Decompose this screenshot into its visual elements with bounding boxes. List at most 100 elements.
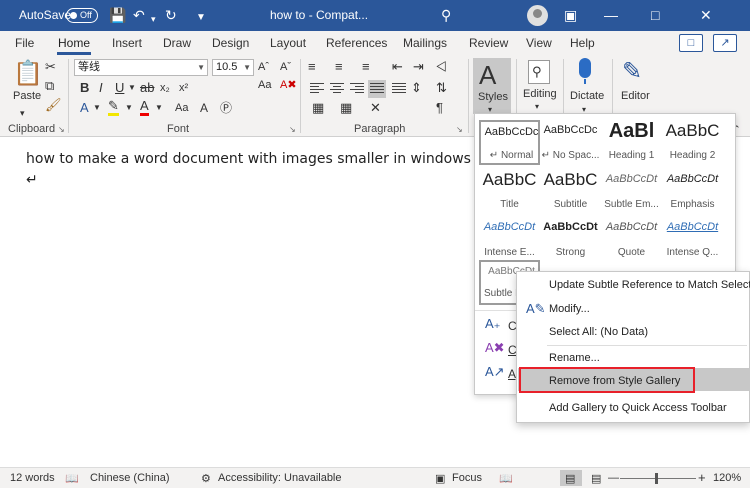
menu-item-rename[interactable]: Rename... <box>549 352 600 364</box>
zoom-out-icon[interactable]: — <box>608 472 619 484</box>
tab-help[interactable]: Help <box>570 36 595 50</box>
microphone-icon[interactable] <box>579 58 591 78</box>
comments-icon[interactable]: □ <box>679 34 703 52</box>
font-color-dropdown-icon[interactable]: ▼ <box>155 100 163 116</box>
format-painter-icon[interactable]: 🖌 <box>45 97 62 113</box>
document-line[interactable]: ↵ <box>26 172 38 188</box>
undo-icon[interactable]: ↶ <box>133 7 145 23</box>
undo-dropdown-icon[interactable]: ▾ <box>151 11 156 27</box>
tab-draw[interactable]: Draw <box>163 36 191 50</box>
clipboard-launcher-icon[interactable]: ↘ <box>58 122 65 138</box>
justify-icon[interactable] <box>368 80 386 98</box>
shrink-font-icon[interactable]: Aˇ <box>280 59 291 75</box>
tab-file[interactable]: File <box>15 36 34 50</box>
tab-design[interactable]: Design <box>212 36 249 50</box>
font-launcher-icon[interactable]: ↘ <box>289 122 296 138</box>
ribbon-display-icon[interactable]: ▣ <box>564 7 577 23</box>
text-effects-dropdown-icon[interactable]: ▼ <box>93 100 101 116</box>
underline-dropdown-icon[interactable]: ▼ <box>128 80 136 96</box>
asian-typography-icon[interactable]: ✕ <box>370 100 381 116</box>
style-strong[interactable]: AaBbCcDt Strong <box>540 217 601 262</box>
align-right-icon[interactable] <box>350 83 364 95</box>
align-left-icon[interactable] <box>310 83 324 95</box>
line-spacing-icon[interactable]: ⇕ <box>411 80 422 96</box>
style-no-spacing[interactable]: AaBbCcDc ↵ No Spac... <box>540 120 601 165</box>
superscript-icon[interactable]: x² <box>179 80 188 96</box>
maximize-icon[interactable]: □ <box>651 7 659 23</box>
focus-mode-button[interactable]: Focus <box>452 472 482 484</box>
underline-icon[interactable]: U <box>115 80 124 96</box>
phonetic-guide-icon[interactable]: Aa <box>175 100 188 116</box>
redo-icon[interactable]: ↻ <box>165 7 177 23</box>
sort-icon[interactable]: ⇅ <box>436 80 447 96</box>
editor-icon[interactable]: ✎ <box>622 58 642 86</box>
document-line[interactable]: how to make a word document with images … <box>26 151 505 167</box>
zoom-level[interactable]: 120% <box>713 472 741 484</box>
style-intense-emphasis[interactable]: AaBbCcDt Intense E... <box>479 217 540 262</box>
style-emphasis[interactable]: AaBbCcDt Emphasis <box>662 169 723 214</box>
copy-icon[interactable]: ⧉ <box>45 78 54 94</box>
minimize-icon[interactable]: — <box>604 7 618 23</box>
enclose-characters-icon[interactable]: Ⓟ <box>220 100 232 116</box>
word-count[interactable]: 12 words <box>10 472 55 484</box>
chinese-layout-icon[interactable]: ⨞ <box>436 59 447 75</box>
share-icon[interactable]: ↗ <box>713 34 737 52</box>
tab-view[interactable]: View <box>526 36 552 50</box>
menu-item-modify[interactable]: Modify... <box>549 303 590 315</box>
tab-references[interactable]: References <box>326 36 387 50</box>
zoom-slider[interactable] <box>620 478 696 479</box>
multilevel-list-icon[interactable]: ≡ <box>362 59 370 75</box>
bullets-icon[interactable]: ≡ <box>308 59 316 75</box>
menu-item-update-style[interactable]: Update Subtle Reference to Match Selecti… <box>549 279 750 291</box>
tab-home[interactable]: Home <box>58 36 90 50</box>
close-icon[interactable]: ✕ <box>700 7 712 23</box>
paste-label[interactable]: Paste <box>13 90 41 102</box>
read-mode-icon[interactable]: 📖 <box>499 472 513 485</box>
style-intense-quote[interactable]: AaBbCcDt Intense Q... <box>662 217 723 262</box>
text-effects-icon[interactable]: A <box>80 100 89 116</box>
font-size-combo[interactable]: 10.5 ▼ <box>212 59 254 76</box>
shading-icon[interactable]: ▦ <box>312 100 324 116</box>
zoom-in-icon[interactable]: + <box>698 470 706 485</box>
borders-icon[interactable]: ▦ <box>340 100 352 116</box>
change-case-icon[interactable]: Aa <box>258 77 271 93</box>
tab-insert[interactable]: Insert <box>112 36 142 50</box>
font-name-combo[interactable]: 等线 ▼ <box>74 59 208 76</box>
style-subtitle[interactable]: AaBbC Subtitle <box>540 169 601 214</box>
distributed-icon[interactable] <box>392 83 406 95</box>
autosave-toggle[interactable]: Off <box>66 8 98 23</box>
language-status[interactable]: Chinese (China) <box>90 472 169 484</box>
bold-icon[interactable]: B <box>80 80 89 96</box>
strikethrough-icon[interactable]: ab <box>140 80 154 96</box>
paragraph-launcher-icon[interactable]: ↘ <box>456 122 463 138</box>
font-color-icon[interactable]: A <box>140 99 149 116</box>
proofing-icon[interactable]: 📖 <box>65 472 79 485</box>
highlight-dropdown-icon[interactable]: ▼ <box>125 100 133 116</box>
tab-layout[interactable]: Layout <box>270 36 306 50</box>
style-heading-2[interactable]: AaBbC Heading 2 <box>662 120 723 165</box>
character-shading-icon[interactable]: A <box>200 100 208 116</box>
align-center-icon[interactable] <box>330 83 344 95</box>
show-marks-icon[interactable]: ¶ <box>436 100 443 116</box>
styles-button[interactable]: A Styles ▾ <box>473 58 511 114</box>
style-quote[interactable]: AaBbCcDt Quote <box>601 217 662 262</box>
grow-font-icon[interactable]: Aˆ <box>258 59 269 75</box>
style-title[interactable]: AaBbC Title <box>479 169 540 214</box>
style-subtle-emphasis[interactable]: AaBbCcDt Subtle Em... <box>601 169 662 214</box>
zoom-slider-thumb[interactable] <box>655 473 658 484</box>
highlight-icon[interactable]: ✎ <box>108 99 119 116</box>
cut-icon[interactable]: ✂ <box>45 59 56 75</box>
save-icon[interactable]: 💾 <box>109 7 126 23</box>
customize-qat-icon[interactable]: ▼ <box>196 10 206 26</box>
accessibility-status[interactable]: Accessibility: Unavailable <box>218 472 342 484</box>
italic-icon[interactable]: I <box>99 80 103 96</box>
paste-icon[interactable]: 📋 <box>13 60 43 88</box>
numbering-icon[interactable]: ≡ <box>335 59 343 75</box>
tab-review[interactable]: Review <box>469 36 508 50</box>
editing-label[interactable]: Editing <box>523 88 557 100</box>
style-normal[interactable]: AaBbCcDc ↵ Normal <box>479 120 540 165</box>
web-layout-icon[interactable]: ▤ <box>591 472 601 485</box>
decrease-indent-icon[interactable]: ⇤ <box>392 59 403 75</box>
dictate-label[interactable]: Dictate <box>570 90 604 102</box>
search-icon[interactable]: ⚲ <box>528 60 550 84</box>
